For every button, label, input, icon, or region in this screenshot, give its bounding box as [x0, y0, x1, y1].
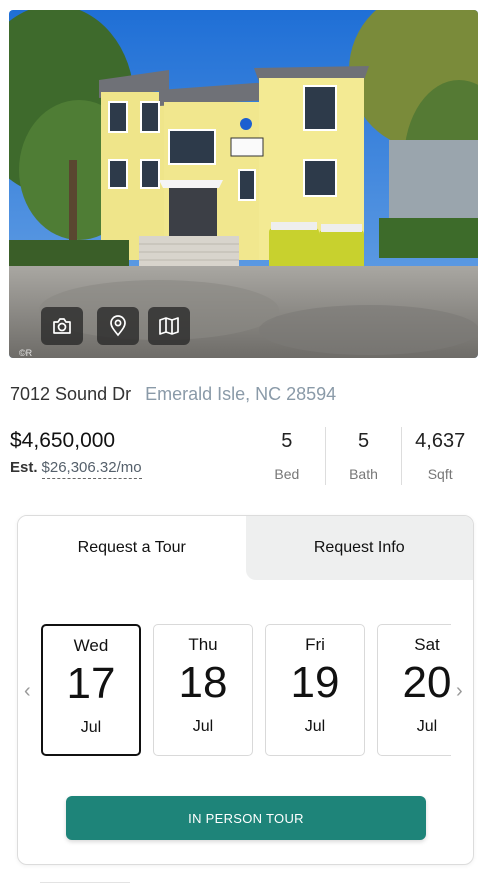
- day-of-week: Thu: [188, 635, 218, 654]
- day-number: 19: [290, 658, 340, 707]
- house-photo-illustration: [9, 10, 478, 358]
- bath-label: Bath: [349, 466, 378, 482]
- city-state-zip[interactable]: Emerald Isle, NC 28594: [145, 384, 336, 404]
- street-address: 7012 Sound Dr: [10, 384, 132, 404]
- tour-tabs: Request a Tour Request Info: [18, 516, 473, 580]
- day-of-week: Fri: [305, 635, 325, 654]
- day-number: 17: [66, 659, 116, 708]
- camera-icon: [53, 318, 71, 334]
- date-option-fri-19[interactable]: Fri 19 Jul: [265, 624, 365, 756]
- listing-price: $4,650,000: [10, 429, 116, 452]
- date-option-thu-18[interactable]: Thu 18 Jul: [153, 624, 253, 756]
- day-number: 18: [178, 658, 228, 707]
- property-stats: 5 Bed 5 Bath 4,637 Sqft: [249, 427, 478, 485]
- location-button[interactable]: [97, 307, 139, 345]
- stat-bed: 5 Bed: [249, 427, 325, 485]
- bed-count: 5: [281, 430, 293, 452]
- stat-sqft: 4,637 Sqft: [401, 427, 478, 485]
- day-month: Jul: [304, 718, 326, 735]
- day-of-week: Sat: [414, 635, 440, 654]
- bottom-divider: [40, 882, 130, 886]
- date-option-wed-17[interactable]: Wed 17 Jul: [41, 624, 141, 756]
- map-pin-icon: [110, 315, 126, 337]
- stat-bath: 5 Bath: [324, 427, 402, 485]
- date-carousel: Wed 17 Jul Thu 18 Jul Fri 19 Jul Sat 20 …: [41, 624, 451, 758]
- sqft-label: Sqft: [427, 466, 453, 482]
- bath-count: 5: [357, 430, 370, 452]
- est-payment-link[interactable]: $26,306.32/mo: [41, 459, 142, 479]
- tab-request-tour[interactable]: Request a Tour: [18, 516, 246, 580]
- sqft-count: 4,637: [415, 430, 466, 452]
- date-option-sat-20[interactable]: Sat 20 Jul: [377, 624, 451, 756]
- map-button[interactable]: [148, 307, 190, 345]
- tab-request-info[interactable]: Request Info: [245, 516, 473, 580]
- tour-request-card: Request a Tour Request Info ‹ Wed 17 Jul…: [17, 515, 474, 865]
- day-month: Jul: [192, 718, 214, 735]
- bed-label: Bed: [274, 466, 300, 482]
- address: 7012 Sound Dr Emerald Isle, NC 28594: [10, 384, 336, 405]
- listing-photo[interactable]: ©R: [9, 10, 478, 358]
- chevron-right-icon[interactable]: ›: [456, 681, 463, 701]
- in-person-tour-button[interactable]: IN PERSON TOUR: [66, 796, 426, 840]
- map-icon: [159, 317, 179, 335]
- chevron-left-icon[interactable]: ‹: [24, 681, 31, 701]
- date-picker: ‹ Wed 17 Jul Thu 18 Jul Fri 19 Jul Sat 2…: [18, 624, 473, 758]
- photos-button[interactable]: [41, 307, 83, 345]
- photo-credit: ©R: [19, 348, 33, 358]
- estimated-payment: Est. $26,306.32/mo: [10, 459, 142, 479]
- day-of-week: Wed: [73, 636, 109, 655]
- day-month: Jul: [416, 718, 438, 735]
- day-number: 20: [402, 658, 451, 707]
- est-label: Est.: [10, 459, 38, 476]
- day-month: Jul: [80, 719, 102, 736]
